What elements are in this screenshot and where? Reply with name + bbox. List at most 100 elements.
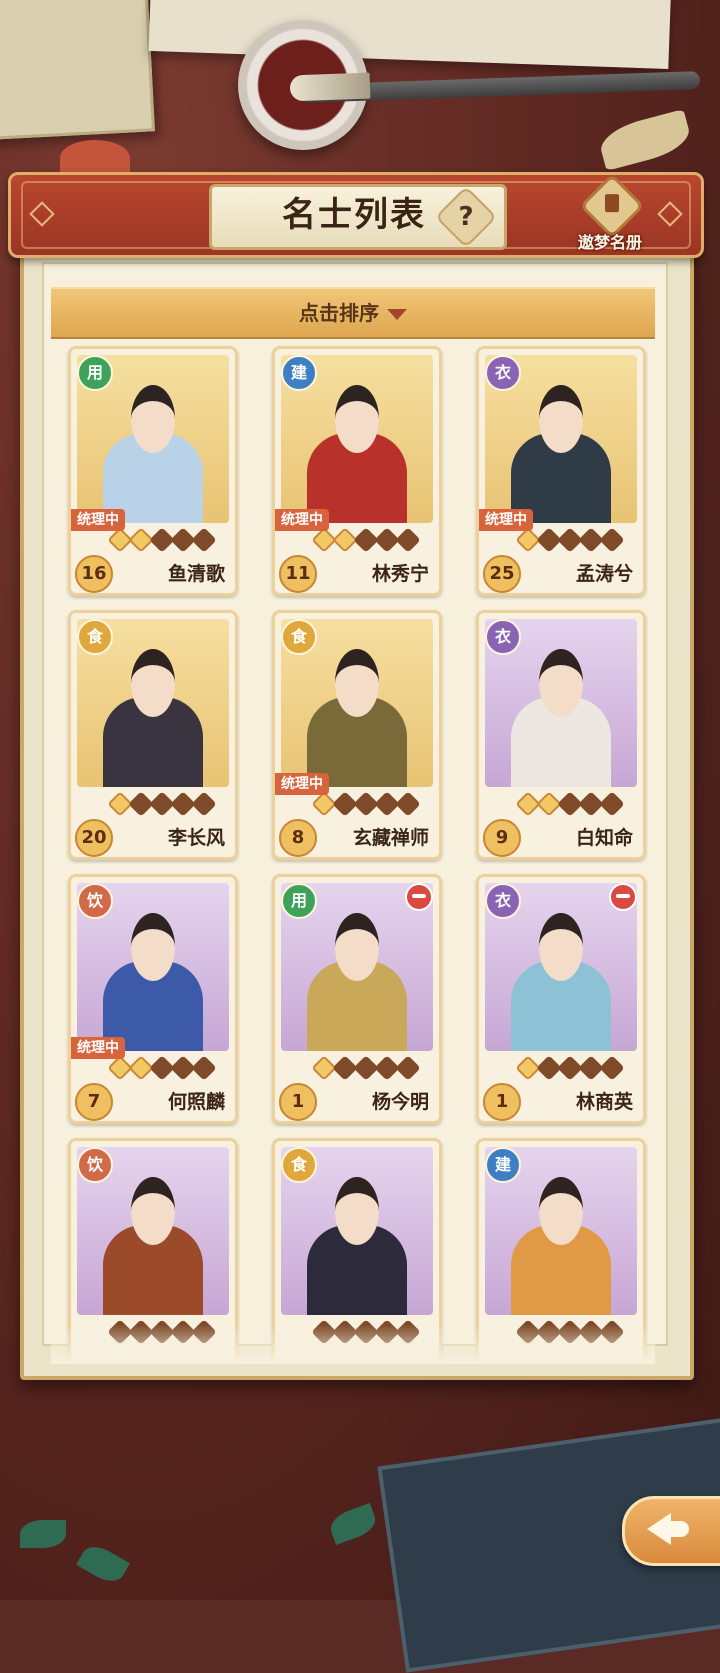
character-figure [511,903,611,1051]
flower-decoration [60,140,130,176]
star-empty-icon [599,791,625,817]
character-head [335,913,379,981]
celebrity-name: 林商英 [575,1091,633,1113]
celebrity-card[interactable]: 用 1 杨今明 [272,874,442,1124]
star-empty-icon [395,791,421,817]
celebrity-card[interactable]: 饮统理中 7 何照麟 [68,874,238,1124]
celebrity-name: 林秀宁 [371,563,429,585]
star-empty-icon [395,1055,421,1081]
character-figure [511,639,611,787]
level-badge: 1 [483,1083,521,1121]
dream-register-button[interactable]: 遨梦名册 [573,173,647,253]
character-head [335,1177,379,1245]
character-head [539,649,583,717]
category-badge: 建 [485,1147,521,1183]
celebrity-name: 玄藏禅师 [352,827,429,849]
celebrity-name: 鱼清歌 [167,563,225,585]
celebrity-grid: 用统理中 16 鱼清歌建统理中 11 林秀宁衣统理中 25 孟涛兮食 20 李长风食统理中 8 玄藏… [64,344,654,1364]
character-figure [103,375,203,523]
status-badge: 统理中 [71,1037,125,1059]
character-figure [307,903,407,1051]
back-button[interactable] [622,1496,720,1566]
dream-register-label: 遨梦名册 [577,233,642,252]
celebrity-card[interactable]: 用统理中 16 鱼清歌 [68,346,238,596]
star-rating [311,527,421,553]
panel-header: 名士列表 ? 遨梦名册 [8,172,704,258]
help-button[interactable]: ? [434,185,498,249]
character-head [335,649,379,717]
status-badge: 统理中 [479,509,533,531]
alert-icon[interactable] [609,883,637,911]
character-figure [511,375,611,523]
character-head [539,385,583,453]
category-badge: 饮 [77,883,113,919]
star-empty-icon [191,791,217,817]
category-badge: 衣 [485,619,521,655]
sort-label-text: 点击排序 [299,301,379,325]
character-figure [511,1167,611,1315]
category-badge: 食 [281,1147,317,1183]
level-badge: 16 [75,555,113,593]
level-badge: 11 [279,555,317,593]
character-figure [103,639,203,787]
category-badge: 食 [77,619,113,655]
character-figure [307,375,407,523]
title-plate: 名士列表 ? [209,184,507,250]
celebrity-card[interactable]: 衣统理中 25 孟涛兮 [476,346,646,596]
star-empty-icon [599,527,625,553]
level-badge: 25 [483,555,521,593]
celebrity-name: 杨今明 [371,1091,429,1113]
celebrity-list-panel: 名士列表 ? 遨梦名册 点击排序 用统理中 16 鱼清歌建统理中 11 林秀宁衣统理中 2… [8,172,704,1382]
star-rating [107,1055,217,1081]
status-badge: 统理中 [275,773,329,795]
page-title: 名士列表 [282,195,426,235]
status-badge: 统理中 [71,509,125,531]
character-head [131,649,175,717]
category-badge: 建 [281,355,317,391]
level-badge: 9 [483,819,521,857]
category-badge: 食 [281,619,317,655]
celebrity-card[interactable]: 建统理中 11 林秀宁 [272,346,442,596]
star-rating [515,1055,625,1081]
character-head [131,913,175,981]
star-rating [515,527,625,553]
star-empty-icon [599,1055,625,1081]
celebrity-card[interactable]: 食统理中 8 玄藏禅师 [272,610,442,860]
question-icon: ? [458,202,474,232]
sort-button[interactable]: 点击排序 [51,287,655,339]
paper-decoration [0,0,155,141]
character-figure [307,639,407,787]
character-figure [307,1167,407,1315]
scroll-fade [51,1324,655,1364]
ornament-icon [657,201,683,227]
star-empty-icon [191,1055,217,1081]
character-head [131,385,175,453]
star-rating [515,791,625,817]
character-head [539,913,583,981]
leaf-decoration [20,1520,66,1548]
star-rating [311,1055,421,1081]
status-badge: 统理中 [275,509,329,531]
celebrity-card[interactable]: 衣 9 白知命 [476,610,646,860]
star-rating [107,527,217,553]
category-badge: 衣 [485,355,521,391]
character-head [131,1177,175,1245]
category-badge: 用 [281,883,317,919]
ornament-icon [29,201,55,227]
celebrity-name: 孟涛兮 [575,563,633,585]
character-head [335,385,379,453]
brush-tip-decoration [289,72,371,102]
star-rating [107,791,217,817]
sort-label: 点击排序 [51,289,655,337]
star-rating [311,791,421,817]
character-figure [103,1167,203,1315]
alert-icon[interactable] [405,883,433,911]
level-badge: 1 [279,1083,317,1121]
category-badge: 用 [77,355,113,391]
level-badge: 8 [279,819,317,857]
celebrity-card[interactable]: 衣 1 林商英 [476,874,646,1124]
star-empty-icon [191,527,217,553]
category-badge: 衣 [485,883,521,919]
triangle-down-icon [387,309,407,320]
celebrity-card[interactable]: 食 20 李长风 [68,610,238,860]
